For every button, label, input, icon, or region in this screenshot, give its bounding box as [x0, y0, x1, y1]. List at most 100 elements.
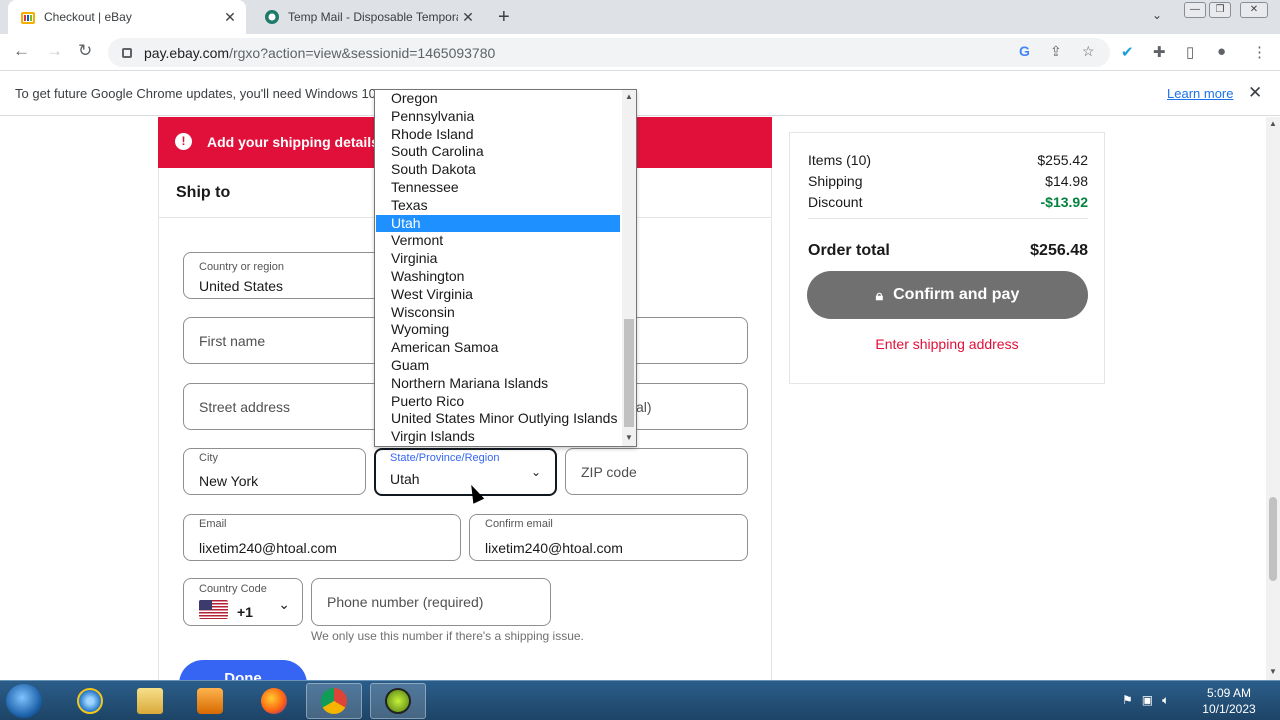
page-scrollbar[interactable]: ▲ ▼ [1266, 117, 1280, 680]
state-option[interactable]: South Carolina [376, 143, 620, 161]
scroll-up-arrow-icon[interactable]: ▲ [1269, 119, 1277, 128]
state-option[interactable]: Utah [376, 214, 620, 233]
internet-explorer-icon[interactable] [62, 683, 118, 719]
confirm-and-pay-label: Confirm and pay [893, 286, 1020, 303]
done-button[interactable]: Done [179, 660, 307, 680]
action-center-flag-icon[interactable]: ⚑ [1122, 693, 1133, 708]
clock-date: 10/1/2023 [1202, 702, 1256, 716]
phone-hint: We only use this number if there's a shi… [311, 629, 584, 643]
zip-code-placeholder: ZIP code [581, 464, 637, 480]
ship-to-title: Ship to [176, 184, 231, 201]
infobar-message: To get future Google Chrome updates, you… [15, 86, 376, 101]
shipping-row: Shipping $14.98 [808, 173, 1088, 189]
state-option[interactable]: Virginia [376, 250, 620, 268]
state-option[interactable]: Guam [376, 357, 620, 375]
app-s-icon[interactable] [370, 683, 426, 719]
state-dropdown-list[interactable]: Oregon Pennsylvania Rhode Island South Caro… [374, 89, 637, 447]
state-option[interactable]: Northern Mariana Islands [376, 375, 620, 393]
file-explorer-icon[interactable] [122, 683, 178, 719]
network-icon[interactable]: ▣ [1142, 693, 1153, 708]
state-option[interactable]: Washington [376, 268, 620, 286]
share-icon[interactable]: ⇪ [1050, 43, 1062, 60]
last-name-input[interactable] [625, 317, 748, 364]
order-total-value: $256.48 [1030, 242, 1088, 259]
confirm-and-pay-button[interactable]: 🔒︎ Confirm and pay [807, 271, 1088, 319]
window-close-icon[interactable]: ✕ [1240, 2, 1268, 18]
tab-checkout[interactable]: Checkout | eBay ✕ [8, 0, 246, 34]
tab-search-chevron-icon[interactable]: ⌄ [1152, 8, 1162, 22]
google-lens-icon[interactable]: G [1019, 43, 1030, 59]
state-option[interactable]: West Virginia [376, 286, 620, 304]
forward-icon[interactable]: → [46, 41, 63, 61]
learn-more-link[interactable]: Learn more [1167, 86, 1233, 101]
state-option[interactable]: United States Minor Outlying Islands [376, 410, 620, 428]
street-address-2-input[interactable]: al) [625, 383, 748, 430]
alert-icon: ! [175, 133, 192, 150]
city-label: City [199, 452, 218, 464]
state-option[interactable]: Wisconsin [376, 304, 620, 322]
phone-placeholder: Phone number (required) [327, 594, 484, 610]
state-option[interactable]: Oregon [376, 90, 620, 108]
email-input[interactable]: Email lixetim240@htoal.com [183, 514, 461, 561]
city-input[interactable]: City New York [183, 448, 366, 495]
country-value: United States [199, 278, 284, 294]
state-option[interactable]: Virgin Islands [376, 428, 620, 446]
confirm-email-value: lixetim240@htoal.com [485, 540, 623, 556]
reload-icon[interactable]: ↻ [78, 41, 92, 61]
restore-icon[interactable]: ❐ [1209, 2, 1231, 18]
start-button-icon[interactable] [6, 684, 42, 718]
first-name-input[interactable]: First name [183, 317, 383, 364]
zip-code-input[interactable]: ZIP code [565, 448, 748, 495]
state-value: Utah [390, 471, 420, 487]
us-flag-icon [199, 600, 228, 619]
profile-avatar-icon[interactable]: ● [1217, 43, 1226, 60]
chrome-icon[interactable] [306, 683, 362, 719]
lock-icon [122, 47, 132, 58]
firefox-icon[interactable] [246, 683, 302, 719]
minimize-icon[interactable]: — [1184, 2, 1206, 18]
media-player-icon[interactable] [182, 683, 238, 719]
state-option[interactable]: American Samoa [376, 339, 620, 357]
side-panel-icon[interactable]: ▯ [1186, 43, 1194, 61]
order-total-row: Order total $256.48 [808, 242, 1088, 260]
scroll-up-arrow-icon[interactable]: ▲ [625, 92, 633, 101]
back-icon[interactable]: ← [13, 41, 30, 61]
infobar-close-icon[interactable]: ✕ [1248, 83, 1262, 103]
country-code-value: +1 [237, 604, 253, 620]
scroll-down-arrow-icon[interactable]: ▼ [625, 433, 633, 442]
bookmark-star-icon[interactable]: ☆ [1082, 43, 1095, 60]
discount-row: Discount -$13.92 [808, 194, 1088, 210]
extension-check-icon[interactable]: ✔ [1121, 43, 1134, 61]
close-tab-icon[interactable]: ✕ [220, 9, 240, 26]
state-option[interactable]: Vermont [376, 232, 620, 250]
close-tab-icon[interactable]: ✕ [458, 9, 478, 26]
phone-input[interactable]: Phone number (required) [311, 578, 551, 626]
items-value: $255.42 [1037, 152, 1088, 168]
scroll-down-arrow-icon[interactable]: ▼ [1269, 667, 1277, 676]
items-row: Items (10) $255.42 [808, 152, 1088, 168]
address-bar[interactable]: pay.ebay.com/rgxo?action=view&sessionid=… [108, 38, 1110, 67]
scrollbar-thumb[interactable] [1269, 497, 1277, 581]
state-option[interactable]: Texas [376, 197, 620, 215]
state-option[interactable]: Puerto Rico [376, 393, 620, 411]
state-option[interactable]: Wyoming [376, 321, 620, 339]
street-address-input[interactable]: Street address [183, 383, 383, 430]
volume-muted-icon[interactable]: 🔈︎ [1162, 693, 1169, 708]
dropdown-scrollbar[interactable]: ▲ ▼ [622, 90, 636, 446]
confirm-email-input[interactable]: Confirm email lixetim240@htoal.com [469, 514, 748, 561]
tab-temp-mail[interactable]: Temp Mail - Disposable Tempora ✕ [252, 0, 484, 34]
clock[interactable]: 5:09 AM 10/1/2023 [1196, 685, 1262, 717]
state-option[interactable]: Tennessee [376, 179, 620, 197]
country-select[interactable]: Country or region United States [183, 252, 383, 299]
menu-kebab-icon[interactable]: ⋮ [1252, 43, 1267, 61]
state-option[interactable]: South Dakota [376, 161, 620, 179]
url-path: /rgxo?action=view&sessionid=1465093780 [229, 44, 496, 61]
new-tab-icon[interactable]: + [498, 6, 510, 29]
extensions-puzzle-icon[interactable]: ✚ [1153, 43, 1166, 61]
tab-strip: Checkout | eBay ✕ Temp Mail - Disposable… [0, 0, 1280, 34]
browser-toolbar: ← → ↻ pay.ebay.com/rgxo?action=view&sess… [0, 34, 1280, 71]
state-option[interactable]: Pennsylvania [376, 108, 620, 126]
country-code-select[interactable]: Country Code +1 ⌄ [183, 578, 303, 626]
dropdown-scrollbar-thumb[interactable] [624, 319, 634, 427]
state-option[interactable]: Rhode Island [376, 126, 620, 144]
